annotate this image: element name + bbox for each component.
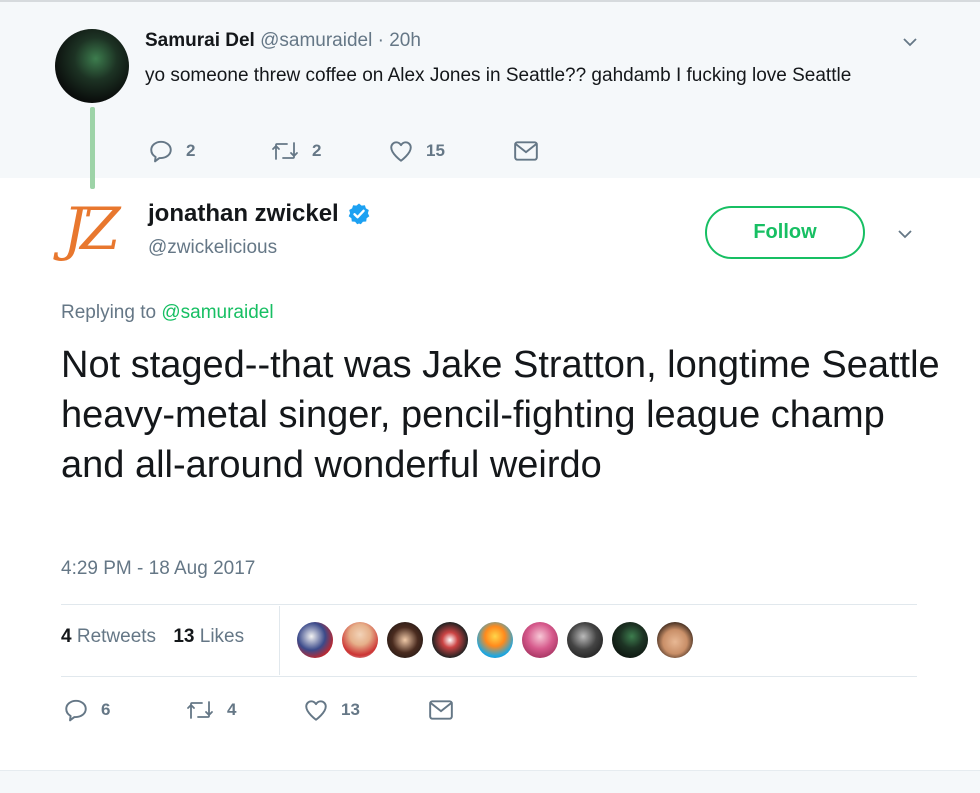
avatar[interactable] bbox=[477, 622, 513, 658]
envelope-icon bbox=[429, 700, 453, 720]
user-handle[interactable]: @samuraidel bbox=[260, 30, 372, 51]
retweet-icon bbox=[272, 142, 298, 160]
mention-link[interactable]: @samuraidel bbox=[161, 302, 273, 323]
like-count: 15 bbox=[426, 141, 445, 160]
reply-button[interactable]: 6 bbox=[63, 697, 185, 723]
direct-message-button[interactable] bbox=[513, 139, 539, 163]
retweet-count: 2 bbox=[312, 141, 322, 160]
divider bbox=[61, 604, 917, 605]
replying-to-label: Replying to bbox=[61, 302, 157, 323]
user-handle[interactable]: @zwickelicious bbox=[148, 237, 277, 259]
avatar[interactable] bbox=[657, 622, 693, 658]
chevron-down-icon[interactable] bbox=[902, 34, 918, 50]
reply-button[interactable]: 2 bbox=[148, 138, 270, 164]
follow-button[interactable]: Follow bbox=[705, 206, 865, 259]
tweet-time[interactable]: 20h bbox=[389, 30, 421, 51]
parent-tweet-text: yo someone threw coffee on Alex Jones in… bbox=[145, 65, 852, 86]
retweet-count: 4 bbox=[227, 700, 237, 719]
likes-count: 13 bbox=[173, 626, 195, 647]
reply-icon bbox=[65, 699, 87, 722]
divider bbox=[61, 676, 917, 677]
avatar[interactable] bbox=[612, 622, 648, 658]
liker-avatars bbox=[297, 622, 702, 658]
parent-tweet-actions: 2 2 15 bbox=[148, 138, 539, 164]
user-name[interactable]: jonathan zwickel bbox=[148, 200, 371, 228]
likes-stat[interactable]: 13 Likes bbox=[173, 626, 244, 647]
reply-count: 6 bbox=[101, 700, 111, 719]
heart-icon bbox=[305, 700, 327, 721]
retweet-button[interactable]: 2 bbox=[270, 138, 388, 164]
reply-count: 2 bbox=[186, 141, 196, 160]
avatar[interactable] bbox=[432, 622, 468, 658]
avatar[interactable] bbox=[522, 622, 558, 658]
envelope-icon bbox=[514, 141, 538, 161]
avatar[interactable] bbox=[297, 622, 333, 658]
parent-tweet[interactable]: Samurai Del @samuraidel · 20h yo someone… bbox=[0, 0, 980, 178]
stats-divider bbox=[279, 606, 280, 675]
direct-message-button[interactable] bbox=[428, 698, 454, 722]
separator: · bbox=[377, 30, 384, 51]
likes-label: Likes bbox=[199, 626, 245, 647]
avatar[interactable] bbox=[567, 622, 603, 658]
retweets-stat[interactable]: 4 Retweets bbox=[61, 626, 156, 647]
user-name-text: jonathan zwickel bbox=[148, 200, 339, 227]
parent-tweet-header: Samurai Del @samuraidel · 20h bbox=[145, 30, 421, 52]
avatar[interactable] bbox=[342, 622, 378, 658]
avatar[interactable] bbox=[55, 29, 129, 103]
like-count: 13 bbox=[341, 700, 360, 719]
like-button[interactable]: 13 bbox=[303, 697, 428, 723]
replying-to: Replying to @samuraidel bbox=[61, 302, 274, 324]
avatar[interactable]: JZ bbox=[63, 192, 135, 266]
retweets-label: Retweets bbox=[76, 626, 157, 647]
like-button[interactable]: 15 bbox=[388, 138, 513, 164]
reply-icon bbox=[150, 140, 172, 163]
tweet-text: Not staged--that was Jake Stratton, long… bbox=[61, 344, 940, 486]
avatar[interactable] bbox=[387, 622, 423, 658]
verified-badge-icon bbox=[348, 203, 370, 225]
retweet-button[interactable]: 4 bbox=[185, 697, 303, 723]
user-name[interactable]: Samurai Del bbox=[145, 30, 255, 51]
tweet-actions: 6 4 13 bbox=[63, 697, 454, 723]
tweet-timestamp[interactable]: 4:29 PM - 18 Aug 2017 bbox=[61, 558, 255, 580]
heart-icon bbox=[390, 141, 412, 162]
tweet-stats: 4 Retweets 13 Likes bbox=[61, 626, 244, 648]
bottom-strip bbox=[0, 770, 980, 793]
retweet-icon bbox=[187, 701, 213, 719]
chevron-down-icon[interactable] bbox=[897, 226, 913, 242]
retweets-count: 4 bbox=[61, 626, 72, 647]
thread-line bbox=[90, 107, 95, 189]
